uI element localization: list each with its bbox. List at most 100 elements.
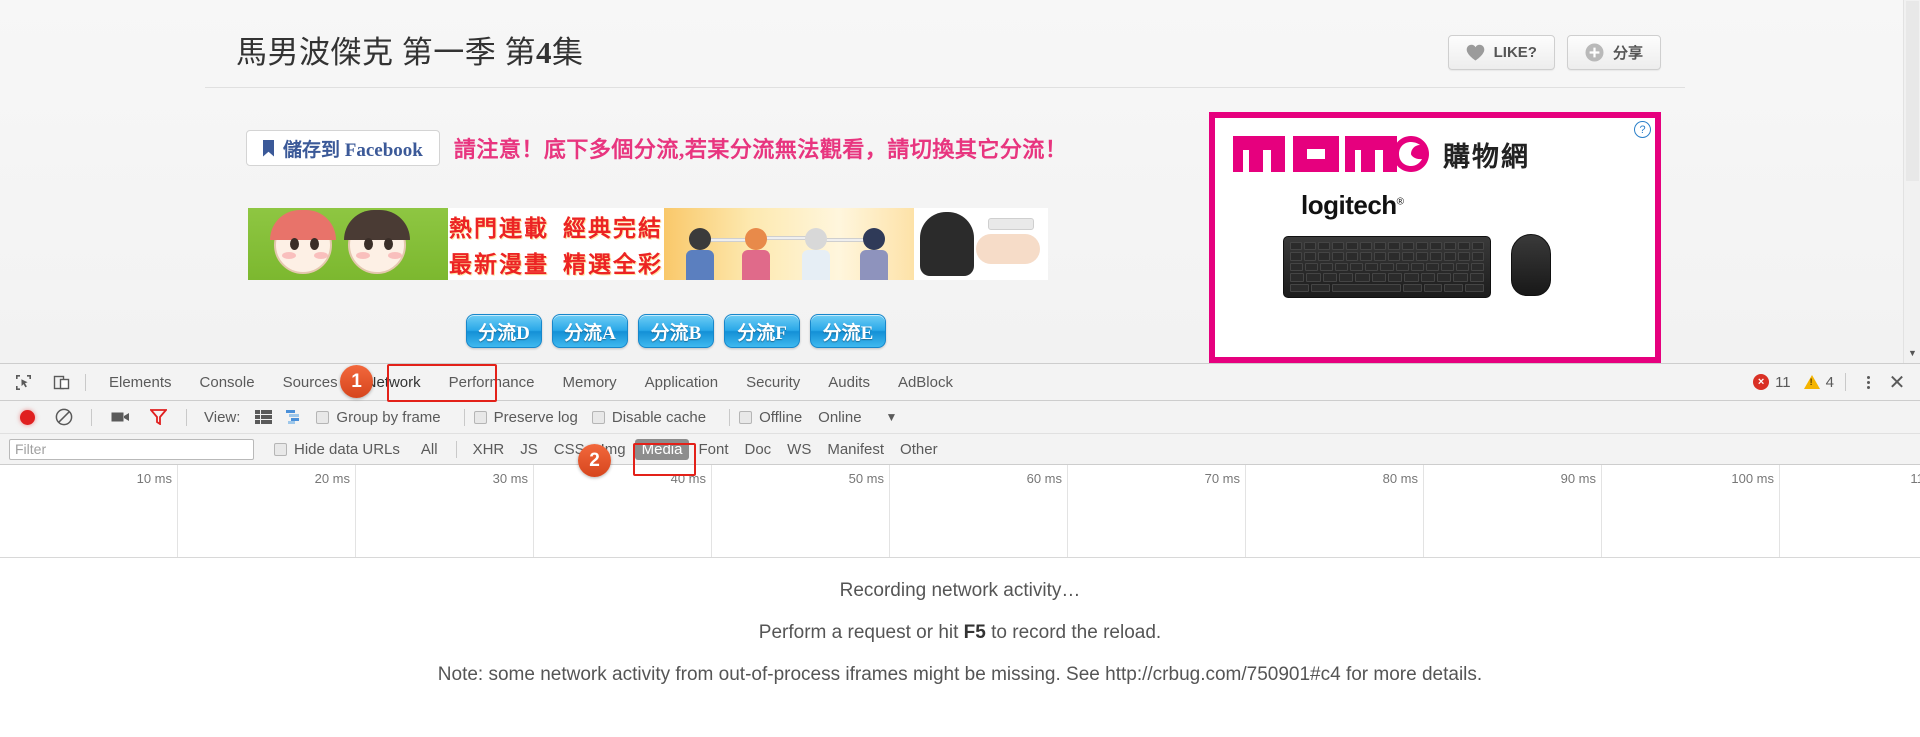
tabbar-right-divider (1845, 373, 1846, 391)
tab-adblock[interactable]: AdBlock (884, 364, 967, 400)
comic-ad-line2a: 最新漫畫 (449, 252, 549, 277)
stream-notice-text: 請注意！底下多個分流,若某分流無法觀看，請切換其它分流！ (453, 137, 1068, 162)
filter-type-doc[interactable]: Doc (737, 439, 778, 460)
logitech-logo: logitech® (1301, 190, 1404, 220)
capture-screenshots-icon[interactable] (111, 410, 130, 424)
devtools-tabbar-right: × 11 4 ✕ (1753, 364, 1910, 400)
network-toolbar: View: Group by frame Preserve log Disabl… (0, 401, 1920, 434)
momo-advertisement[interactable]: 購物網 logitech® ? (1209, 112, 1661, 363)
error-count-badge[interactable]: × 11 (1753, 374, 1791, 391)
ruler-segment: 60 ms (890, 465, 1068, 557)
filter-toggle-icon[interactable] (150, 409, 167, 425)
ruler-tick-label: 20 ms (314, 471, 350, 486)
comic-ad-banner[interactable]: 熱門連載 經典完結 最新漫畫 精選全彩 (248, 208, 1148, 280)
stream-button-f[interactable]: 分流F (724, 314, 800, 348)
web-page-content: 馬男波傑克 第一季 第4集 LIKE? 分享 儲存到 Facebook 請注意！… (0, 0, 1903, 363)
bookmark-flag-icon (263, 139, 274, 157)
ruler-tick-label: 50 ms (848, 471, 884, 486)
comic-ad-text: 熱門連載 經典完結 最新漫畫 精選全彩 (448, 208, 664, 280)
filter-type-font[interactable]: Font (691, 439, 735, 460)
filter-type-js[interactable]: JS (513, 439, 545, 460)
iframe-note-text: Note: some network activity from out-of-… (437, 664, 1483, 685)
annotation-badge-1: 1 (340, 365, 373, 398)
hint-prefix: Perform a request or hit (758, 622, 964, 643)
share-button[interactable]: 分享 (1566, 35, 1661, 70)
warning-count-badge[interactable]: 4 (1803, 373, 1834, 391)
ruler-tick-label: 110 ms (1910, 471, 1920, 486)
tab-console[interactable]: Console (186, 364, 269, 400)
stream-button-d[interactable]: 分流D (466, 314, 542, 348)
stream-button-e[interactable]: 分流E (810, 314, 886, 348)
ruler-segment: 30 ms (356, 465, 534, 557)
share-button-label: 分享 (1612, 45, 1643, 62)
ruler-segment: 40 ms (534, 465, 712, 557)
warning-count-value: 4 (1825, 373, 1834, 391)
filter-input[interactable] (9, 438, 254, 460)
more-options-icon[interactable] (1857, 375, 1879, 389)
filter-type-ws[interactable]: WS (780, 439, 818, 460)
filter-type-other[interactable]: Other (893, 439, 945, 460)
like-button[interactable]: LIKE? (1447, 35, 1555, 70)
scroll-down-arrow-icon[interactable]: ▼ (1904, 344, 1920, 361)
waterfall-view-icon[interactable] (286, 410, 303, 424)
tab-audits[interactable]: Audits (814, 364, 884, 400)
comic-ad-line2b: 精選全彩 (563, 252, 663, 277)
filterbar-divider (455, 440, 457, 458)
chevron-down-icon[interactable]: ▼ (886, 410, 898, 424)
page-title: 馬男波傑克 第一季 第4集 (236, 35, 584, 70)
devtools-panel: Elements Console Sources Network Perform… (0, 363, 1920, 737)
ruler-tick-label: 30 ms (492, 471, 528, 486)
record-button-icon[interactable] (20, 409, 35, 425)
filter-type-all[interactable]: All (414, 439, 445, 460)
hide-data-urls-checkbox[interactable]: Hide data URLs (274, 441, 400, 458)
devtools-tabbar: Elements Console Sources Network Perform… (0, 364, 1920, 401)
facebook-save-button[interactable]: 儲存到 Facebook (246, 130, 440, 166)
keyboard-product-image (1283, 236, 1491, 298)
facebook-save-label: 儲存到 Facebook (283, 139, 423, 161)
ruler-tick-label: 40 ms (670, 471, 706, 486)
recording-status-text: Recording network activity… (839, 580, 1081, 601)
filter-type-manifest[interactable]: Manifest (820, 439, 891, 460)
scrollbar-thumb[interactable] (1906, 1, 1919, 181)
inspect-element-icon[interactable] (8, 367, 38, 397)
tab-application[interactable]: Application (631, 364, 732, 400)
site-header: 馬男波傑克 第一季 第4集 LIKE? 分享 (0, 0, 1903, 88)
stream-button-b[interactable]: 分流B (638, 314, 714, 348)
momo-wordmark-icon (1233, 132, 1429, 176)
devtools-tab-list: Elements Console Sources Network Perform… (95, 364, 967, 400)
ruler-segment: 10 ms (0, 465, 178, 557)
disable-cache-checkbox[interactable]: Disable cache (591, 409, 706, 426)
tab-security[interactable]: Security (732, 364, 814, 400)
preserve-log-label: Preserve log (493, 408, 578, 426)
filter-type-xhr[interactable]: XHR (466, 439, 512, 460)
network-timeline-ruler[interactable]: 10 ms 20 ms 30 ms 40 ms 50 ms 60 ms 70 m… (0, 465, 1920, 558)
toolbar-divider-3 (463, 408, 465, 426)
filter-type-media[interactable]: Media (634, 438, 690, 460)
page-scrollbar[interactable]: ▼ (1903, 0, 1920, 363)
offline-label: Offline (759, 408, 803, 426)
toolbar-divider-1 (91, 408, 92, 426)
hide-data-urls-label: Hide data URLs (294, 440, 400, 458)
tab-memory[interactable]: Memory (549, 364, 631, 400)
ad-info-icon[interactable]: ? (1634, 121, 1651, 138)
preserve-log-checkbox[interactable]: Preserve log (473, 408, 578, 426)
offline-checkbox[interactable]: Offline (739, 409, 802, 426)
clear-button-icon[interactable] (55, 408, 73, 426)
comic-ad-art-right (914, 208, 1048, 280)
facebook-notice-row: 儲存到 Facebook 請注意！底下多個分流,若某分流無法觀看，請切換其它分流… (246, 130, 1067, 166)
list-view-icon[interactable] (255, 410, 273, 424)
tab-performance[interactable]: Performance (435, 364, 549, 400)
tabbar-divider (85, 373, 86, 391)
checkbox-box (274, 442, 287, 456)
device-toolbar-icon[interactable] (46, 367, 76, 397)
comic-ad-art-mid (664, 208, 914, 280)
close-devtools-icon[interactable]: ✕ (1884, 369, 1910, 395)
toolbar-divider-4 (729, 408, 731, 426)
ruler-segment: 70 ms (1068, 465, 1246, 557)
stream-button-a[interactable]: 分流A (552, 314, 628, 348)
header-divider (205, 87, 1685, 88)
ruler-segment: 80 ms (1246, 465, 1424, 557)
tab-elements[interactable]: Elements (95, 364, 186, 400)
throttling-select-value[interactable]: Online (818, 409, 861, 426)
group-by-frame-checkbox[interactable]: Group by frame (316, 409, 441, 426)
